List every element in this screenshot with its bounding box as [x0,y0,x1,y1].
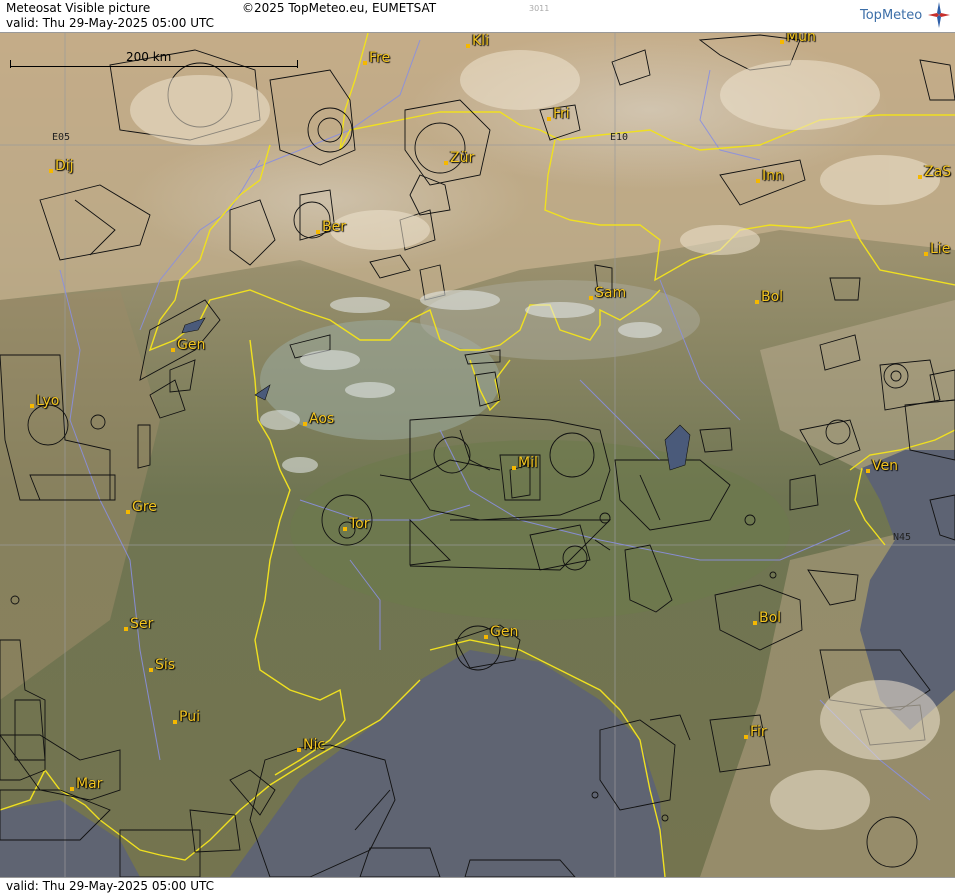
grid-label-e05: E05 [52,132,71,143]
footer-bar: valid: Thu 29-May-2025 05:00 UTC [0,877,955,894]
scale-bar: 200 km [10,50,298,68]
city-label: Aos [302,411,335,427]
city-label: Mar [69,776,103,792]
grid-label-e10: E10 [610,132,629,143]
city-label: ZaS [917,164,952,180]
city-label: Tor [343,516,370,532]
valid-time: valid: Thu 29-May-2025 05:00 UTC [6,16,215,30]
city-label: Bol [752,610,782,626]
scale-label: 200 km [126,50,172,64]
copyright: ©2025 TopMeteo.eu, EUMETSAT [242,1,437,15]
city-label: Gen [170,337,206,353]
footer-valid-time: valid: Thu 29-May-2025 05:00 UTC [6,879,215,893]
city-label: Lie [923,241,951,257]
city-label: Ser [123,616,154,632]
city-label: Ber [316,219,346,235]
city-label: Lyo [29,393,60,409]
image-code: 3011 [529,4,550,13]
city-label: Mil [512,455,538,471]
city-label: Fir [744,724,767,740]
city-label: Mün [780,33,816,45]
city-label: Sam [588,285,627,301]
topmeteo-logo[interactable]: TopMeteo [860,8,922,23]
city-label: Gre [126,499,157,515]
satellite-map[interactable]: E05 E10 N45 200 km Fre Kli Mün Fri Zür D… [0,33,955,877]
header-bar: Meteosat Visible picture valid: Thu 29-M… [0,0,955,33]
city-label: Gen [483,624,519,640]
city-label: Fre [362,50,391,66]
compass-icon [928,2,950,28]
map-layer [0,33,955,877]
city-label: Sis [148,657,176,673]
city-label: Zür [443,150,475,166]
city-label: Inn [756,168,784,184]
city-label: Dij [49,158,74,174]
city-label: Nic [296,737,326,753]
city-label: Bol [754,289,784,305]
city-label: Fri [547,106,570,122]
city-label: Kli [466,33,489,49]
grid-label-n45: N45 [893,532,912,543]
city-label: Ven [866,458,898,474]
image-title: Meteosat Visible picture [6,1,151,15]
city-label: Pui [173,709,200,725]
